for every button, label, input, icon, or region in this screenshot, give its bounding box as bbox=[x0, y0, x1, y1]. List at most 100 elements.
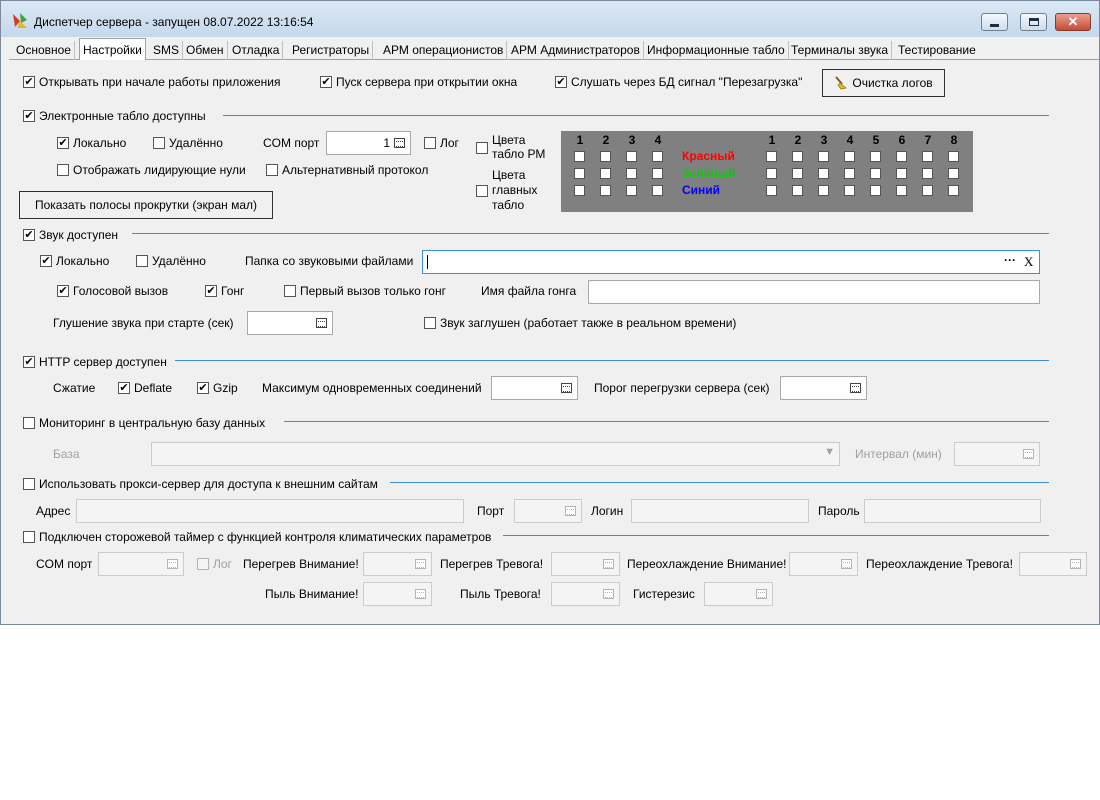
watchdog-log-checkbox[interactable] bbox=[197, 558, 209, 570]
color-grid-checkbox[interactable] bbox=[652, 151, 663, 162]
color-grid-checkbox[interactable] bbox=[844, 151, 855, 162]
proxy-port-input[interactable] bbox=[514, 499, 582, 523]
color-grid-checkbox[interactable] bbox=[626, 185, 637, 196]
color-grid-checkbox[interactable] bbox=[870, 168, 881, 179]
boards-com-port-input[interactable]: 1 bbox=[326, 131, 411, 155]
color-grid-checkbox[interactable] bbox=[896, 185, 907, 196]
clear-folder-button[interactable]: X bbox=[1024, 254, 1033, 270]
gong-file-input[interactable] bbox=[588, 280, 1040, 304]
boards-remote-checkbox[interactable] bbox=[153, 137, 165, 149]
color-grid-checkbox[interactable] bbox=[766, 168, 777, 179]
color-grid-checkbox[interactable] bbox=[766, 185, 777, 196]
close-button[interactable]: ✕ bbox=[1055, 13, 1091, 31]
color-grid-checkbox[interactable] bbox=[948, 151, 959, 162]
color-grid-checkbox[interactable] bbox=[626, 151, 637, 162]
first-call-gong-checkbox[interactable] bbox=[284, 285, 296, 297]
sound-remote-checkbox[interactable] bbox=[136, 255, 148, 267]
spin-icon[interactable] bbox=[603, 589, 614, 599]
spin-icon[interactable] bbox=[167, 559, 178, 569]
alt-protocol-checkbox[interactable] bbox=[266, 164, 278, 176]
color-grid-checkbox[interactable] bbox=[844, 185, 855, 196]
muted-checkbox[interactable] bbox=[424, 317, 436, 329]
spin-icon[interactable] bbox=[565, 506, 576, 516]
monitoring-checkbox[interactable] bbox=[23, 417, 35, 429]
color-grid-checkbox[interactable] bbox=[818, 185, 829, 196]
spin-icon[interactable] bbox=[603, 559, 614, 569]
color-grid-checkbox[interactable] bbox=[948, 168, 959, 179]
tab-main[interactable]: Основное bbox=[13, 41, 75, 60]
show-scrollbars-button[interactable]: Показать полосы прокрутки (экран мал) bbox=[19, 191, 273, 219]
proxy-password-input[interactable] bbox=[864, 499, 1041, 523]
tab-exchange[interactable]: Обмен bbox=[183, 41, 228, 60]
spin-icon[interactable] bbox=[850, 383, 861, 393]
maximize-button[interactable] bbox=[1020, 13, 1047, 31]
deflate-checkbox[interactable]: ✔ bbox=[118, 382, 130, 394]
color-grid-checkbox[interactable] bbox=[766, 151, 777, 162]
start-server-checkbox[interactable]: ✔ bbox=[320, 76, 332, 88]
sound-local-checkbox[interactable]: ✔ bbox=[40, 255, 52, 267]
mute-at-start-input[interactable] bbox=[247, 311, 333, 335]
overheat-alarm-input[interactable] bbox=[551, 552, 620, 576]
tab-sound-terminals[interactable]: Терминалы звука bbox=[788, 41, 893, 60]
boards-enabled-checkbox[interactable]: ✔ bbox=[23, 110, 35, 122]
listen-reload-checkbox[interactable]: ✔ bbox=[555, 76, 567, 88]
spin-icon[interactable] bbox=[316, 318, 327, 328]
max-conn-input[interactable] bbox=[491, 376, 578, 400]
color-grid-checkbox[interactable] bbox=[922, 151, 933, 162]
tab-settings[interactable]: Настройки bbox=[79, 38, 146, 61]
minimize-button[interactable] bbox=[981, 13, 1008, 31]
color-grid-checkbox[interactable] bbox=[792, 168, 803, 179]
color-grid-checkbox[interactable] bbox=[652, 168, 663, 179]
color-grid-checkbox[interactable] bbox=[922, 168, 933, 179]
db-select[interactable]: ▼ bbox=[151, 442, 840, 466]
overcool-warn-input[interactable] bbox=[789, 552, 858, 576]
boards-local-checkbox[interactable]: ✔ bbox=[57, 137, 69, 149]
spin-icon[interactable] bbox=[561, 383, 572, 393]
color-grid-checkbox[interactable] bbox=[818, 151, 829, 162]
dust-alarm-input[interactable] bbox=[551, 582, 620, 606]
hysteresis-input[interactable] bbox=[704, 582, 773, 606]
color-grid-checkbox[interactable] bbox=[896, 151, 907, 162]
colors-rm-checkbox[interactable] bbox=[476, 142, 488, 154]
watchdog-com-port-input[interactable] bbox=[98, 552, 184, 576]
sound-folder-input[interactable]: ··· X bbox=[422, 250, 1040, 274]
proxy-checkbox[interactable] bbox=[23, 478, 35, 490]
proxy-address-input[interactable] bbox=[76, 499, 464, 523]
tab-testing[interactable]: Тестирование bbox=[895, 41, 979, 60]
dust-warn-input[interactable] bbox=[363, 582, 432, 606]
color-grid-checkbox[interactable] bbox=[922, 185, 933, 196]
spin-icon[interactable] bbox=[415, 559, 426, 569]
title-bar[interactable]: Диспетчер сервера - запущен 08.07.2022 1… bbox=[1, 1, 1099, 37]
chevron-down-icon[interactable]: ▼ bbox=[824, 446, 835, 458]
spin-icon[interactable] bbox=[1070, 559, 1081, 569]
proxy-login-input[interactable] bbox=[631, 499, 809, 523]
gzip-checkbox[interactable]: ✔ bbox=[197, 382, 209, 394]
overcool-alarm-input[interactable] bbox=[1019, 552, 1087, 576]
tab-operator-workstations[interactable]: АРМ операционистов bbox=[380, 41, 508, 60]
spin-icon[interactable] bbox=[1023, 449, 1034, 459]
color-grid-checkbox[interactable] bbox=[792, 151, 803, 162]
color-grid-checkbox[interactable] bbox=[870, 185, 881, 196]
leading-zeros-checkbox[interactable] bbox=[57, 164, 69, 176]
tab-admin-workstations[interactable]: АРМ Администраторов bbox=[508, 41, 644, 60]
watchdog-checkbox[interactable] bbox=[23, 531, 35, 543]
color-grid-checkbox[interactable] bbox=[600, 168, 611, 179]
tab-sms[interactable]: SMS bbox=[150, 41, 184, 60]
overheat-warn-input[interactable] bbox=[363, 552, 432, 576]
color-grid-checkbox[interactable] bbox=[600, 185, 611, 196]
spin-icon[interactable] bbox=[394, 138, 405, 148]
color-grid-checkbox[interactable] bbox=[844, 168, 855, 179]
tab-info-boards[interactable]: Информационные табло bbox=[644, 41, 789, 60]
http-enabled-checkbox[interactable]: ✔ bbox=[23, 356, 35, 368]
gong-checkbox[interactable]: ✔ bbox=[205, 285, 217, 297]
browse-button[interactable]: ··· bbox=[1004, 253, 1016, 267]
interval-input[interactable] bbox=[954, 442, 1040, 466]
voice-call-checkbox[interactable]: ✔ bbox=[57, 285, 69, 297]
color-grid-checkbox[interactable] bbox=[818, 168, 829, 179]
colors-main-checkbox[interactable] bbox=[476, 185, 488, 197]
overload-input[interactable] bbox=[780, 376, 867, 400]
color-grid-checkbox[interactable] bbox=[574, 185, 585, 196]
color-grid-checkbox[interactable] bbox=[652, 185, 663, 196]
spin-icon[interactable] bbox=[415, 589, 426, 599]
color-grid-checkbox[interactable] bbox=[626, 168, 637, 179]
